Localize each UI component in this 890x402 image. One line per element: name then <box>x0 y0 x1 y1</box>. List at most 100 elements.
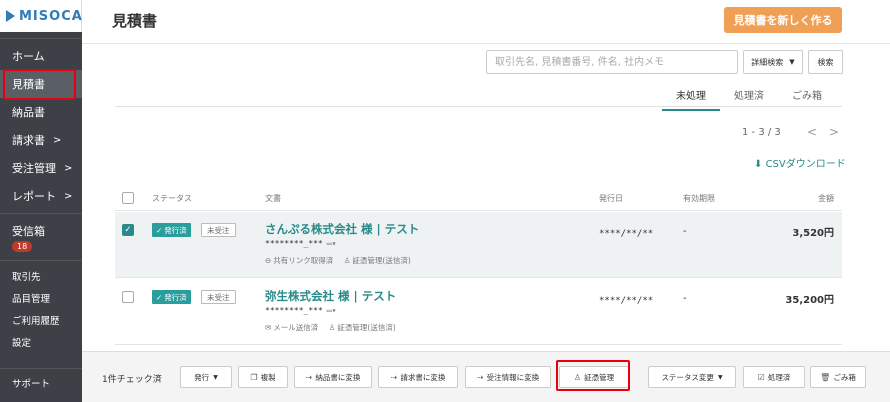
sidebar-item-products[interactable]: 品目管理 <box>0 287 82 309</box>
sidebar-item-clients[interactable]: 取引先 <box>0 265 82 287</box>
table-row[interactable]: ✓ ✓ 発行済 未受注 さんぷる株式会社 様 | テスト ********_***… <box>115 212 842 278</box>
page-title: 見積書 <box>112 12 158 30</box>
order-status-badge[interactable]: 未受注 <box>201 290 236 304</box>
document-meta: ⊖ 共有リンク取得済 ♙ 証憑管理(送信済) <box>265 255 411 266</box>
sidebar-divider <box>0 260 82 261</box>
trash-button[interactable]: 🗑 ごみ箱 <box>810 366 866 388</box>
status-badge: ✓ 発行済 <box>152 290 191 304</box>
new-estimate-button[interactable]: 見積書を新しく作る <box>724 7 842 33</box>
search-input[interactable] <box>486 50 738 74</box>
header-document: 文書 <box>265 194 281 203</box>
amount: 35,200円 <box>785 295 834 306</box>
caret-down-icon: ▼ <box>717 373 723 381</box>
sidebar: MISOCA ホーム 見積書 納品書 請求書 > 受注管理 > レポート > 受信箱 … <box>0 0 82 402</box>
table-row[interactable]: ✓ 発行済 未受注 弥生株式会社 様 | テスト ********_*** ▭▾ ✉… <box>115 279 842 345</box>
csv-download-label: CSVダウンロード <box>765 159 846 170</box>
status-label: 発行済 <box>164 292 187 302</box>
document-meta: ✉ メール送信済 ♙ 証憑管理(送信済) <box>265 322 396 333</box>
document-title-link[interactable]: 弥生株式会社 様 | テスト <box>265 288 396 304</box>
status-change-button[interactable]: ステータス変更 ▼ <box>648 366 736 388</box>
header-issue-date: 発行日 <box>599 194 623 203</box>
processed-label: 処理済 <box>767 372 791 382</box>
sidebar-item-settings[interactable]: 設定 <box>0 331 82 353</box>
sidebar-divider <box>0 38 82 39</box>
processed-button[interactable]: ☑ 処理済 <box>743 366 805 388</box>
select-all-checkbox[interactable] <box>122 192 134 204</box>
document-number: ********_*** ▭▾ <box>265 239 336 248</box>
chevron-right-icon: > <box>53 134 62 146</box>
trash-label: ごみ箱 <box>833 372 856 382</box>
convert-order-label: 受注情報に変換 <box>486 372 540 382</box>
main-content: 見積書 見積書を新しく作る 詳細検索 ▼ 検索 未処理 処理済 ごみ箱 1 - … <box>82 0 890 402</box>
meta-mail-sent: メール送信済 <box>273 323 319 332</box>
sidebar-item-invoices[interactable]: 請求書 > <box>0 126 82 154</box>
sidebar-item-label: サポート <box>12 379 51 390</box>
title-divider <box>82 43 890 44</box>
row-checkbox[interactable]: ✓ <box>122 224 134 236</box>
caret-down-icon: ▼ <box>213 373 218 381</box>
document-number: ********_*** ▭▾ <box>265 306 336 315</box>
sidebar-item-usage-history[interactable]: ご利用履歴 <box>0 309 82 331</box>
download-icon: ⬇ <box>754 159 763 170</box>
mail-icon: ✉ <box>265 323 272 332</box>
pager-range: 1 - 3 / 3 <box>742 127 781 138</box>
sidebar-divider <box>0 368 82 369</box>
issue-button[interactable]: 発行 ▼ <box>180 366 232 388</box>
issue-date: ****/**/** <box>599 296 654 306</box>
row-checkbox[interactable] <box>122 291 134 303</box>
meta-evidence: 証憑管理(送信済) <box>352 256 411 265</box>
chevron-right-icon: > <box>64 162 73 174</box>
memo-icon[interactable]: ▭▾ <box>327 306 337 315</box>
sidebar-item-home[interactable]: ホーム <box>0 42 82 70</box>
convert-order-button[interactable]: ⇢ 受注情報に変換 <box>465 366 551 388</box>
sidebar-item-reports[interactable]: レポート > <box>0 182 82 210</box>
meta-shared-link: 共有リンク取得済 <box>273 256 334 265</box>
memo-icon[interactable]: ▭▾ <box>327 239 337 248</box>
sidebar-item-label: ホーム <box>12 50 45 63</box>
sidebar-item-label: 受注管理 <box>12 162 56 175</box>
document-number-text: ********_*** <box>265 306 323 315</box>
copy-label: 複製 <box>260 372 276 382</box>
meta-evidence: 証憑管理(送信済) <box>337 323 396 332</box>
convert-invoice-label: 請求書に変換 <box>400 372 446 382</box>
convert-delivery-button[interactable]: ⇢ 納品書に変換 <box>294 366 372 388</box>
misoca-logo[interactable]: MISOCA <box>0 0 82 32</box>
search-button[interactable]: 検索 <box>808 50 843 74</box>
sidebar-item-label: 設定 <box>12 338 32 349</box>
bulk-action-bar: 1件チェック済 発行 ▼ ❐ 複製 ⇢ 納品書に変換 ⇢ 請求書に変換 ⇢ 受注情報に変換… <box>82 351 890 402</box>
convert-icon: ⇢ <box>476 372 484 382</box>
sidebar-item-label: 品目管理 <box>12 294 51 305</box>
copy-button[interactable]: ❐ 複製 <box>238 366 288 388</box>
logo-text: MISOCA <box>19 8 83 24</box>
convert-delivery-label: 納品書に変換 <box>315 372 361 382</box>
chevron-left-icon[interactable]: < <box>807 125 817 139</box>
document-title-link[interactable]: さんぷる株式会社 様 | テスト <box>265 221 419 237</box>
sidebar-item-orders[interactable]: 受注管理 > <box>0 154 82 182</box>
sidebar-item-label: ご利用履歴 <box>12 316 60 327</box>
sidebar-item-support[interactable]: サポート <box>0 372 50 394</box>
copy-icon: ❐ <box>250 372 258 382</box>
detail-search-button[interactable]: 詳細検索 ▼ <box>743 50 803 74</box>
chevron-right-icon: > <box>64 190 73 202</box>
expiry-date: - <box>683 226 687 237</box>
sidebar-item-delivery[interactable]: 納品書 <box>0 98 82 126</box>
issue-label: 発行 <box>194 372 210 382</box>
convert-invoice-button[interactable]: ⇢ 請求書に変換 <box>378 366 458 388</box>
document-number-text: ********_*** <box>265 239 323 248</box>
highlight-estimates <box>3 69 76 100</box>
expiry-date: - <box>683 293 687 304</box>
sidebar-divider <box>0 213 82 214</box>
issue-date: ****/**/** <box>599 229 654 239</box>
chevron-right-icon[interactable]: > <box>829 125 839 139</box>
status-change-label: ステータス変更 <box>661 372 714 382</box>
order-status-badge[interactable]: 未受注 <box>201 223 236 237</box>
csv-download-link[interactable]: ⬇ CSVダウンロード <box>754 155 846 170</box>
status-badge: ✓ 発行済 <box>152 223 191 237</box>
sidebar-item-inbox[interactable]: 受信箱 18 <box>0 217 82 257</box>
table-header: ステータス 文書 発行日 有効期限 金額 <box>115 185 842 211</box>
sidebar-item-label: 取引先 <box>12 272 41 283</box>
checked-count: 1件チェック済 <box>102 375 162 385</box>
header-amount: 金額 <box>818 194 834 203</box>
sidebar-item-label: レポート <box>12 190 56 203</box>
tabs-divider <box>115 106 842 107</box>
